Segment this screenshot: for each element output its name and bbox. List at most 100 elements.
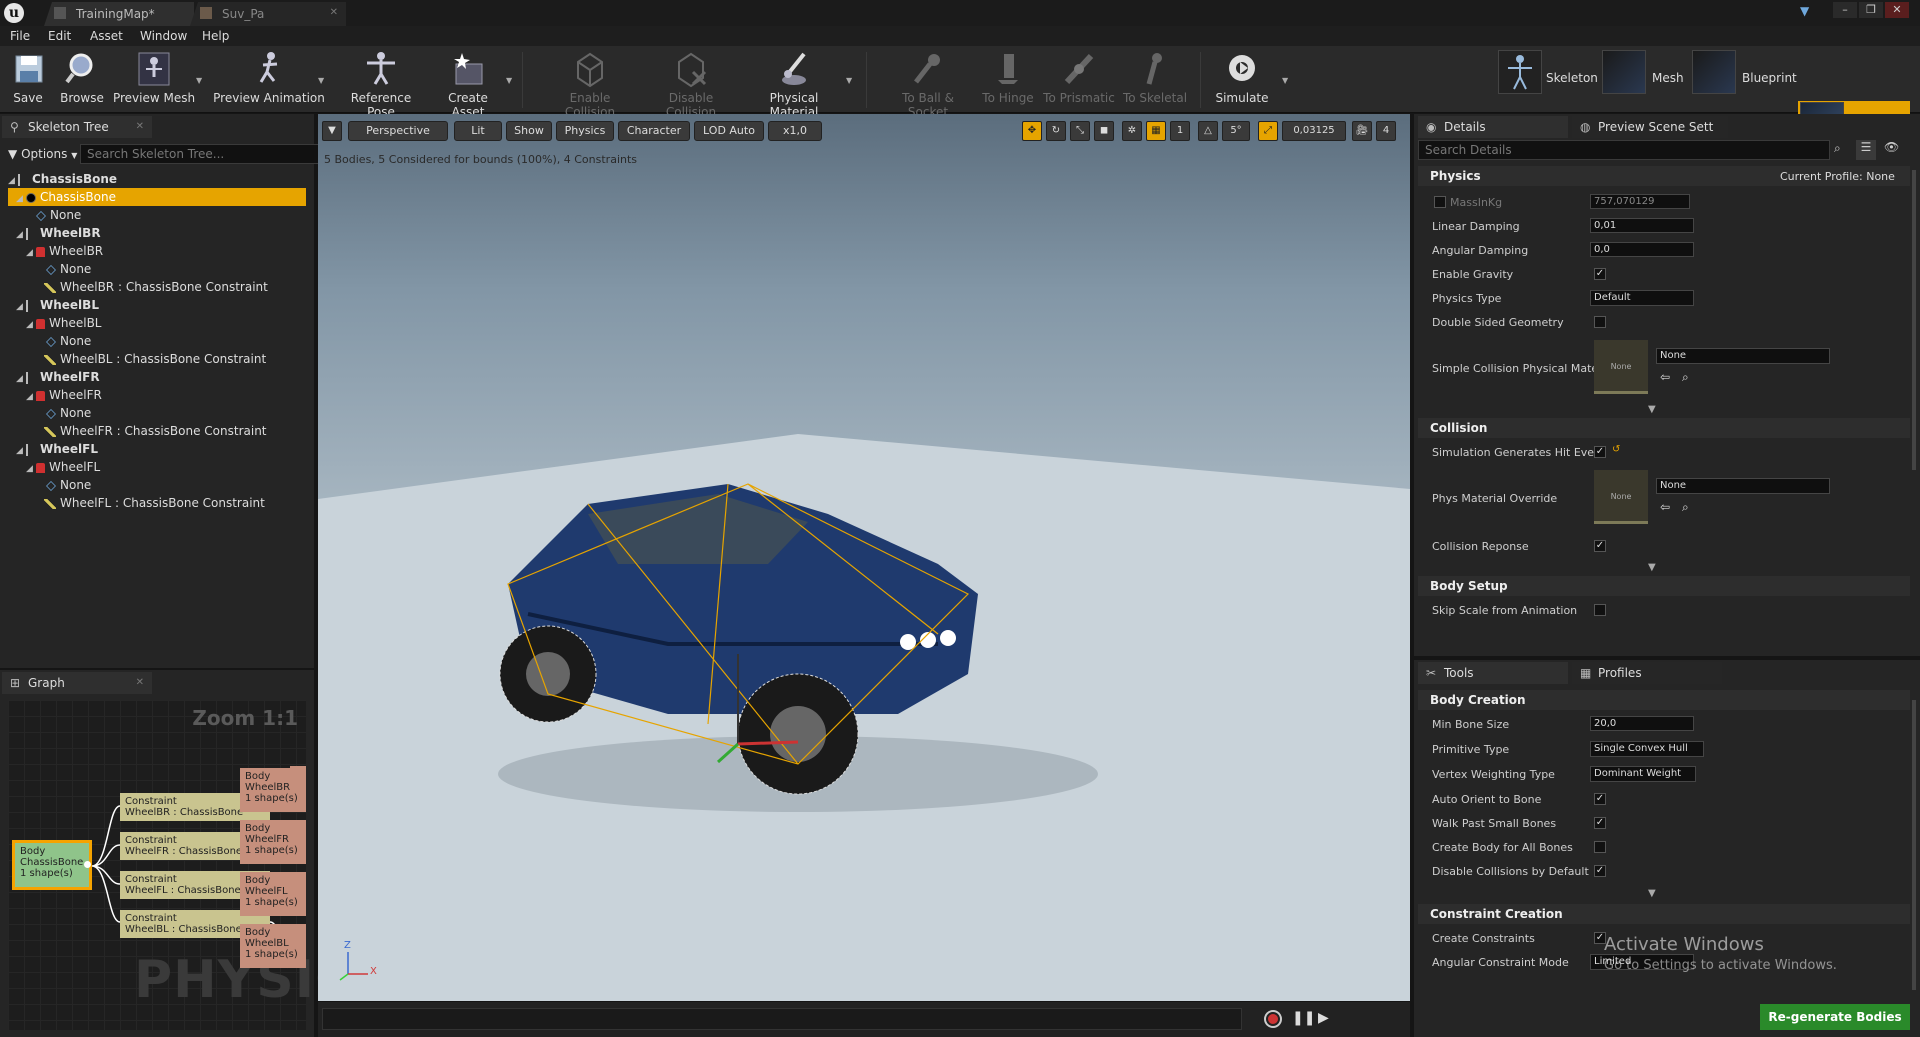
primitive-type-select[interactable]: Single Convex Hull bbox=[1590, 741, 1704, 757]
tab-details[interactable]: ◉ Details bbox=[1418, 116, 1568, 138]
preview-mesh-dropdown-icon[interactable]: ▼ bbox=[196, 76, 204, 85]
category-body-creation[interactable]: Body Creation bbox=[1418, 690, 1910, 710]
menu-window[interactable]: Window bbox=[140, 26, 187, 46]
mesh-mode-thumbnail[interactable] bbox=[1602, 50, 1646, 94]
expand-more-icon[interactable]: ▼ bbox=[1648, 562, 1656, 573]
graph-node-body[interactable]: Body WheelBR 1 shape(s) bbox=[240, 768, 306, 812]
viewport[interactable]: ▼ Perspective Lit Show Physics Character… bbox=[318, 114, 1410, 1001]
physical-material-dropdown-icon[interactable]: ▼ bbox=[846, 76, 854, 85]
translate-tool-icon[interactable]: ✥ bbox=[1022, 121, 1042, 141]
blueprint-mode-thumbnail[interactable] bbox=[1692, 50, 1736, 94]
rotation-snap-icon[interactable]: △ bbox=[1198, 121, 1218, 141]
tree-shape-none[interactable]: None bbox=[0, 476, 91, 494]
tree-constraint-wheelbr[interactable]: WheelBR : ChassisBone Constraint bbox=[0, 278, 268, 296]
rotation-snap-value[interactable]: 5° bbox=[1222, 121, 1250, 141]
close-tab-icon[interactable]: ✕ bbox=[330, 7, 338, 18]
speed-button[interactable]: x1,0 bbox=[768, 121, 822, 141]
tree-constraint-wheelfl[interactable]: WheelFL : ChassisBone Constraint bbox=[0, 494, 265, 512]
reference-pose-button[interactable]: Reference Pose bbox=[336, 50, 426, 119]
tree-bone-wheelbl[interactable]: ◢ WheelBL bbox=[0, 296, 99, 314]
physics-type-select[interactable]: Default bbox=[1590, 290, 1694, 306]
vertex-weighting-select[interactable]: Dominant Weight bbox=[1590, 766, 1696, 782]
save-button[interactable]: Save bbox=[8, 50, 48, 110]
tab-preview-scene[interactable]: ◍ Preview Scene Sett bbox=[1572, 116, 1728, 138]
character-button[interactable]: Character bbox=[618, 121, 690, 141]
camera-speed-value[interactable]: 4 bbox=[1376, 121, 1396, 141]
tab-suv-pa[interactable]: Suv_Pa ✕ bbox=[190, 2, 346, 26]
to-skeletal-button[interactable]: To Skeletal bbox=[1122, 50, 1188, 110]
output-pin-icon[interactable] bbox=[84, 861, 91, 868]
graph-node-body[interactable]: Body WheelBL 1 shape(s) bbox=[240, 924, 306, 968]
expand-more-icon[interactable]: ▼ bbox=[1648, 404, 1656, 415]
skeleton-mode-button[interactable]: Skeleton bbox=[1546, 52, 1598, 104]
surface-snap-icon[interactable]: ✲ bbox=[1122, 121, 1142, 141]
tree-body-wheelbr[interactable]: ◢ WheelBR bbox=[0, 242, 103, 260]
close-tab-icon[interactable]: ✕ bbox=[136, 672, 144, 694]
skeleton-mode-thumbnail[interactable] bbox=[1498, 50, 1542, 94]
tree-body-wheelbl[interactable]: ◢ WheelBL bbox=[0, 314, 102, 332]
enable-gravity-checkbox[interactable]: ✓ bbox=[1594, 268, 1606, 280]
scale-snap-value[interactable]: 0,03125 bbox=[1282, 121, 1346, 141]
mass-input[interactable]: 757,070129 bbox=[1590, 194, 1690, 209]
tree-constraint-wheelfr[interactable]: WheelFR : ChassisBone Constraint bbox=[0, 422, 267, 440]
category-collision[interactable]: Collision bbox=[1418, 418, 1910, 438]
use-selected-icon[interactable]: ⇦ bbox=[1660, 500, 1670, 514]
view-options-icon[interactable]: ☰ bbox=[1856, 140, 1876, 160]
menu-asset[interactable]: Asset bbox=[90, 26, 123, 46]
tree-constraint-wheelbl[interactable]: WheelBL : ChassisBone Constraint bbox=[0, 350, 266, 368]
expand-more-icon[interactable]: ▼ bbox=[1648, 888, 1656, 899]
scale-snap-icon[interactable]: ⤢ bbox=[1258, 121, 1278, 141]
to-ball-socket-button[interactable]: To Ball & Socket bbox=[882, 50, 974, 119]
mass-override-checkbox[interactable] bbox=[1434, 196, 1446, 208]
tree-bone-wheelfl[interactable]: ◢ WheelFL bbox=[0, 440, 98, 458]
to-prismatic-button[interactable]: To Prismatic bbox=[1042, 50, 1116, 110]
browse-asset-icon[interactable]: ⌕ bbox=[1682, 370, 1689, 385]
phys-material-thumbnail[interactable]: None bbox=[1594, 470, 1648, 524]
perspective-button[interactable]: Perspective bbox=[348, 121, 448, 141]
sim-hit-events-checkbox[interactable]: ✓ bbox=[1594, 446, 1606, 458]
tree-body-chassisbone[interactable]: ◢ ChassisBone bbox=[8, 188, 306, 206]
record-button[interactable] bbox=[1264, 1010, 1282, 1028]
visibility-icon[interactable]: 👁︎ bbox=[1884, 140, 1899, 154]
category-body-setup[interactable]: Body Setup bbox=[1418, 576, 1910, 596]
skip-scale-checkbox[interactable] bbox=[1594, 604, 1606, 616]
phys-material-select[interactable]: None bbox=[1656, 478, 1830, 494]
tab-skeleton-tree[interactable]: ⚲ Skeleton Tree ✕ bbox=[2, 116, 152, 138]
create-all-bones-checkbox[interactable] bbox=[1594, 841, 1606, 853]
tree-shape-none[interactable]: None bbox=[0, 260, 91, 278]
blueprint-mode-button[interactable]: Blueprint bbox=[1742, 52, 1797, 104]
simple-collision-thumbnail[interactable]: None bbox=[1594, 340, 1648, 394]
tree-body-wheelfr[interactable]: ◢ WheelFR bbox=[0, 386, 102, 404]
create-asset-button[interactable]: Create Asset bbox=[432, 50, 504, 119]
tab-graph[interactable]: ⊞ Graph ✕ bbox=[2, 672, 152, 694]
linear-damping-input[interactable]: 0,01 bbox=[1590, 218, 1694, 233]
options-button[interactable]: ▼ Options ▼ bbox=[8, 144, 77, 164]
physics-button[interactable]: Physics bbox=[556, 121, 614, 141]
menu-edit[interactable]: Edit bbox=[48, 26, 71, 46]
preview-mesh-button[interactable]: Preview Mesh bbox=[112, 50, 196, 110]
browse-button[interactable]: Browse bbox=[58, 50, 106, 110]
grid-snap-icon[interactable]: ▦ bbox=[1146, 121, 1166, 141]
minimize-icon[interactable]: – bbox=[1833, 2, 1857, 18]
timeline-track[interactable] bbox=[322, 1008, 1242, 1030]
details-scrollbar[interactable] bbox=[1912, 170, 1916, 470]
tab-profiles[interactable]: ▦ Profiles bbox=[1572, 662, 1722, 684]
details-search-icon[interactable]: ⌕ bbox=[1834, 141, 1841, 156]
unreal-logo-icon[interactable]: u bbox=[4, 3, 24, 23]
graph-canvas[interactable]: Zoom 1:1 PHYSICS Body ChassisBone 1 shap… bbox=[8, 700, 393, 1030]
viewport-options-dropdown-icon[interactable]: ▼ bbox=[322, 121, 342, 141]
notification-icon[interactable]: ▼ bbox=[1800, 4, 1809, 18]
scale-tool-icon[interactable]: ⤡ bbox=[1070, 121, 1090, 141]
reset-default-icon[interactable]: ↺ bbox=[1612, 444, 1620, 455]
restore-icon[interactable]: ❐ bbox=[1859, 2, 1883, 18]
world-local-icon[interactable]: ◼ bbox=[1094, 121, 1114, 141]
lit-button[interactable]: Lit bbox=[454, 121, 502, 141]
preview-animation-button[interactable]: Preview Animation bbox=[210, 50, 328, 110]
preview-animation-dropdown-icon[interactable]: ▼ bbox=[318, 76, 326, 85]
details-search-input[interactable]: Search Details bbox=[1418, 140, 1830, 160]
regenerate-bodies-button[interactable]: Re-generate Bodies bbox=[1760, 1004, 1910, 1030]
tree-bone-chassisbone[interactable]: ◢ ChassisBone bbox=[0, 170, 300, 188]
close-icon[interactable]: ✕ bbox=[1885, 2, 1909, 18]
category-constraint-creation[interactable]: Constraint Creation bbox=[1418, 904, 1910, 924]
close-tab-icon[interactable]: ✕ bbox=[136, 116, 144, 138]
